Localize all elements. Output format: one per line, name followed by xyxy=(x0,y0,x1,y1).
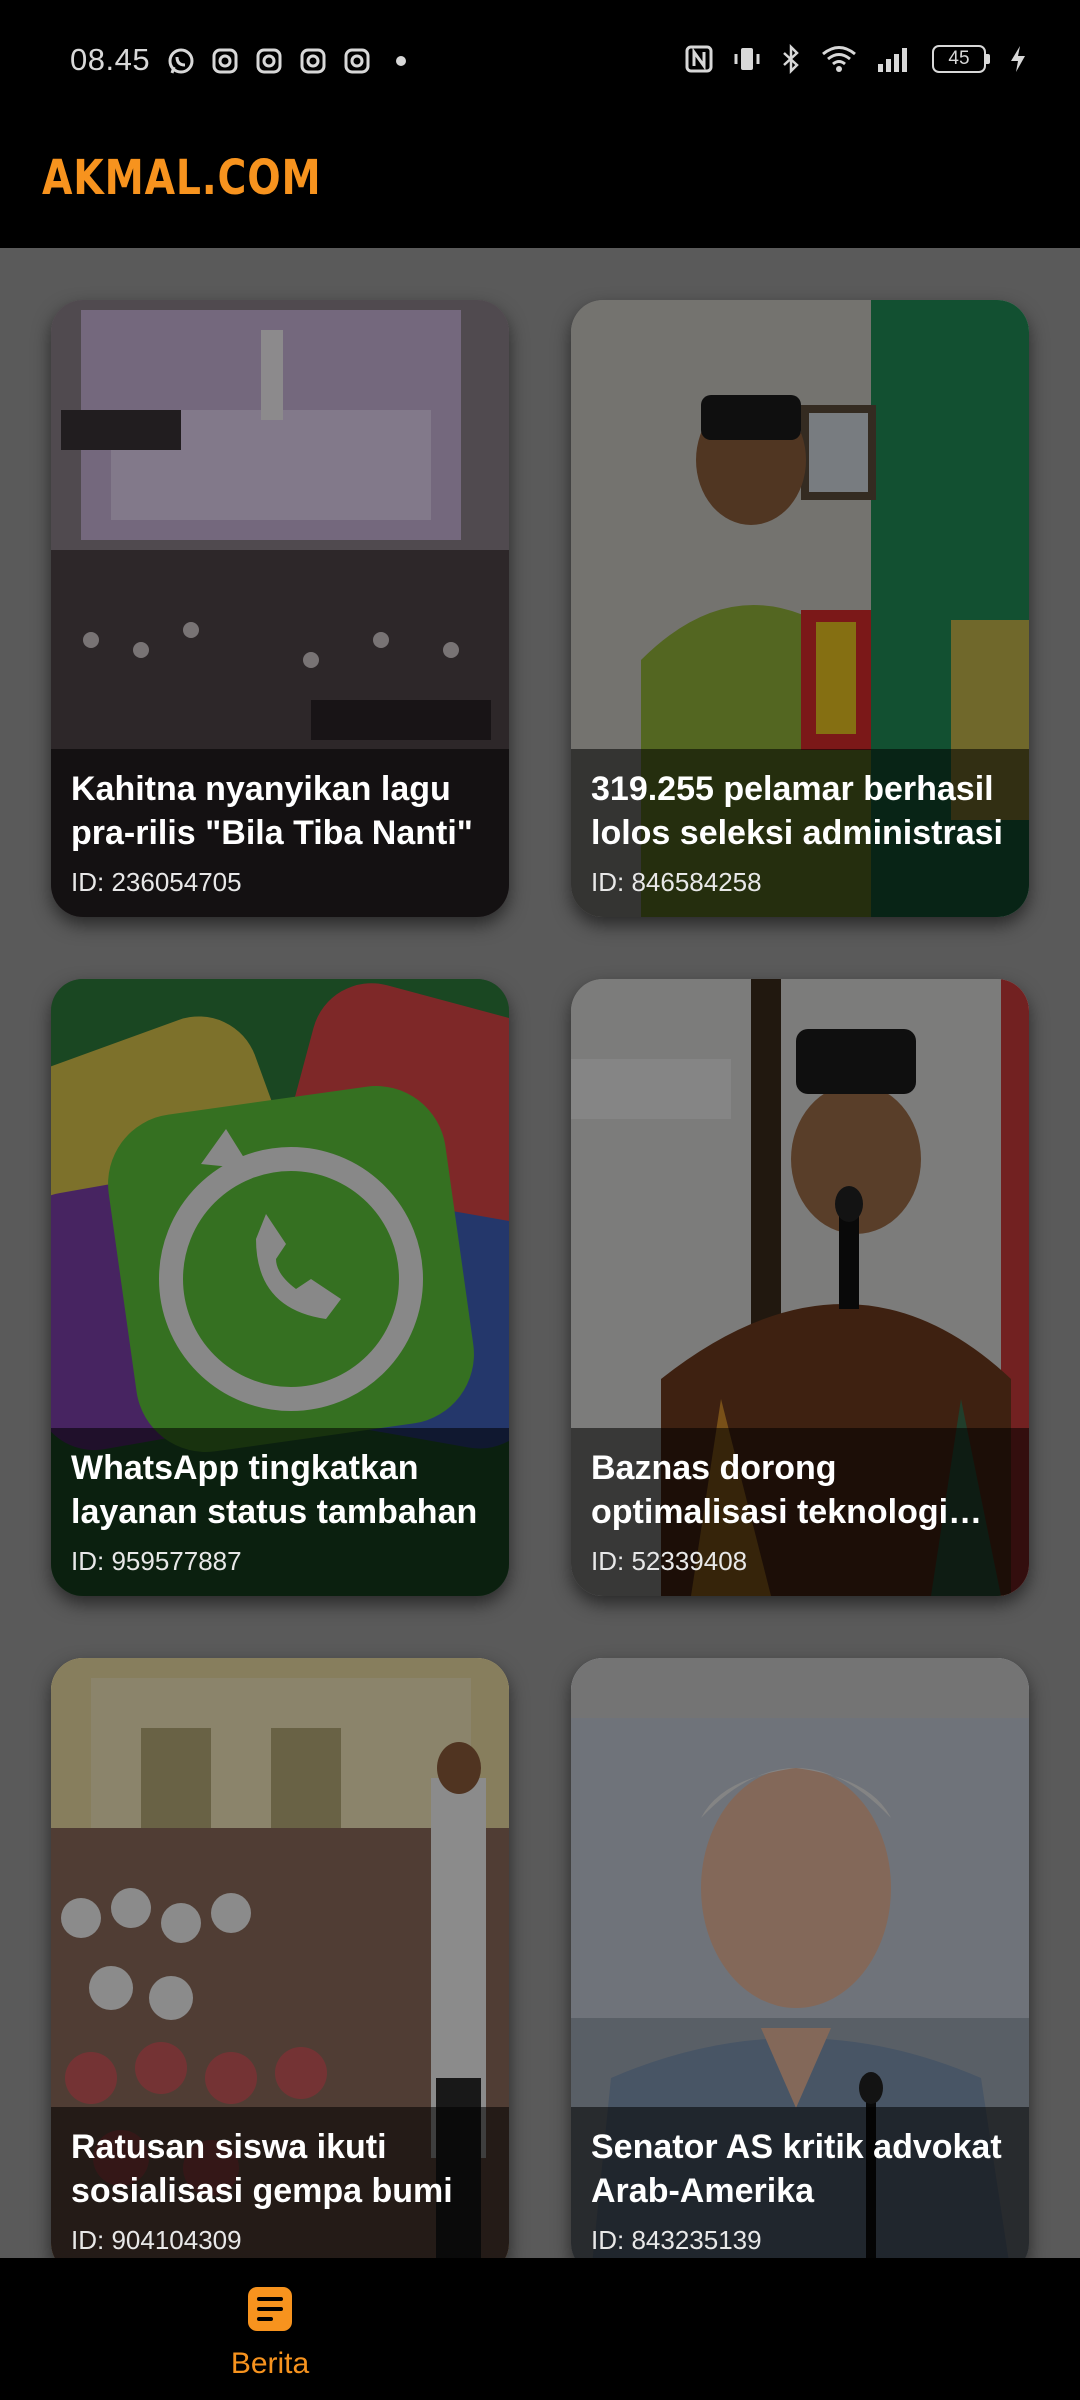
article-caption: Kahitna nyanyikan lagu pra-rilis "Bila T… xyxy=(51,749,509,917)
article-id: ID: 236054705 xyxy=(71,867,242,897)
article-id: ID: 52339408 xyxy=(591,1546,748,1576)
instagram-notification-icon xyxy=(212,48,238,74)
article-card[interactable]: 319.255 pelamar berhasil lolos seleksi a… xyxy=(571,300,1029,917)
nfc-icon xyxy=(685,45,713,73)
bluetooth-icon xyxy=(783,44,799,74)
article-title: Baznas dorong optimalisasi teknologi dig… xyxy=(591,1449,949,1531)
instagram-notification-icon xyxy=(256,48,282,74)
article-grid: Kahitna nyanyikan lagu pra-rilis "Bila T… xyxy=(51,300,1029,2275)
article-card[interactable]: Ratusan siswa ikuti sosialisasi gempa bu… xyxy=(51,1658,509,2275)
article-card[interactable]: Senator AS kritik advokat Arab-Amerika I… xyxy=(571,1658,1029,2275)
instagram-notification-icon xyxy=(344,48,370,74)
system-icons: 45 xyxy=(684,44,1028,74)
article-title: Kahitna nyanyikan lagu pra-rilis "Bila T… xyxy=(71,770,473,852)
article-caption: WhatsApp tingkatkan layanan status tamba… xyxy=(51,1428,509,1596)
article-title: WhatsApp tingkatkan layanan status tamba… xyxy=(71,1449,478,1531)
article-title: 319.255 pelamar berhasil lolos seleksi a… xyxy=(591,770,1003,852)
article-caption: Senator AS kritik advokat Arab-Amerika I… xyxy=(571,2107,1029,2275)
signal-icon xyxy=(878,48,907,72)
article-id: ID: 959577887 xyxy=(71,1546,242,1576)
article-card[interactable]: WhatsApp tingkatkan layanan status tamba… xyxy=(51,979,509,1596)
article-id: ID: 843235139 xyxy=(591,2225,762,2255)
app-bar: AKMAL.COM xyxy=(0,124,1080,248)
charging-icon xyxy=(1011,46,1025,72)
article-caption: Baznas dorong optimalisasi teknologi dig… xyxy=(571,1428,1029,1596)
article-card[interactable]: Baznas dorong optimalisasi teknologi dig… xyxy=(571,979,1029,1596)
notification-icons xyxy=(166,46,406,76)
vibrate-icon xyxy=(734,48,760,70)
article-title: Ratusan siswa ikuti sosialisasi gempa bu… xyxy=(71,2128,453,2210)
news-icon xyxy=(248,2287,292,2331)
status-bar: 08.45 45 xyxy=(0,0,1080,124)
battery-indicator: 45 xyxy=(932,45,990,73)
whatsapp-notification-icon xyxy=(168,48,194,74)
battery-level: 45 xyxy=(932,45,986,73)
nav-label-berita: Berita xyxy=(230,2347,310,2380)
bottom-navigation: Berita xyxy=(0,2258,1080,2400)
article-card[interactable]: Kahitna nyanyikan lagu pra-rilis "Bila T… xyxy=(51,300,509,917)
wifi-icon xyxy=(822,46,856,72)
more-notifications-dot xyxy=(396,56,406,66)
article-caption: 319.255 pelamar berhasil lolos seleksi a… xyxy=(571,749,1029,917)
article-id: ID: 846584258 xyxy=(591,867,762,897)
article-caption: Ratusan siswa ikuti sosialisasi gempa bu… xyxy=(51,2107,509,2275)
nav-item-berita[interactable]: Berita xyxy=(200,2284,340,2381)
article-id: ID: 904104309 xyxy=(71,2225,242,2255)
instagram-notification-icon xyxy=(300,48,326,74)
status-time: 08.45 xyxy=(70,42,151,77)
app-logo: AKMAL.COM xyxy=(42,150,322,206)
article-title: Senator AS kritik advokat Arab-Amerika xyxy=(591,2128,1002,2210)
